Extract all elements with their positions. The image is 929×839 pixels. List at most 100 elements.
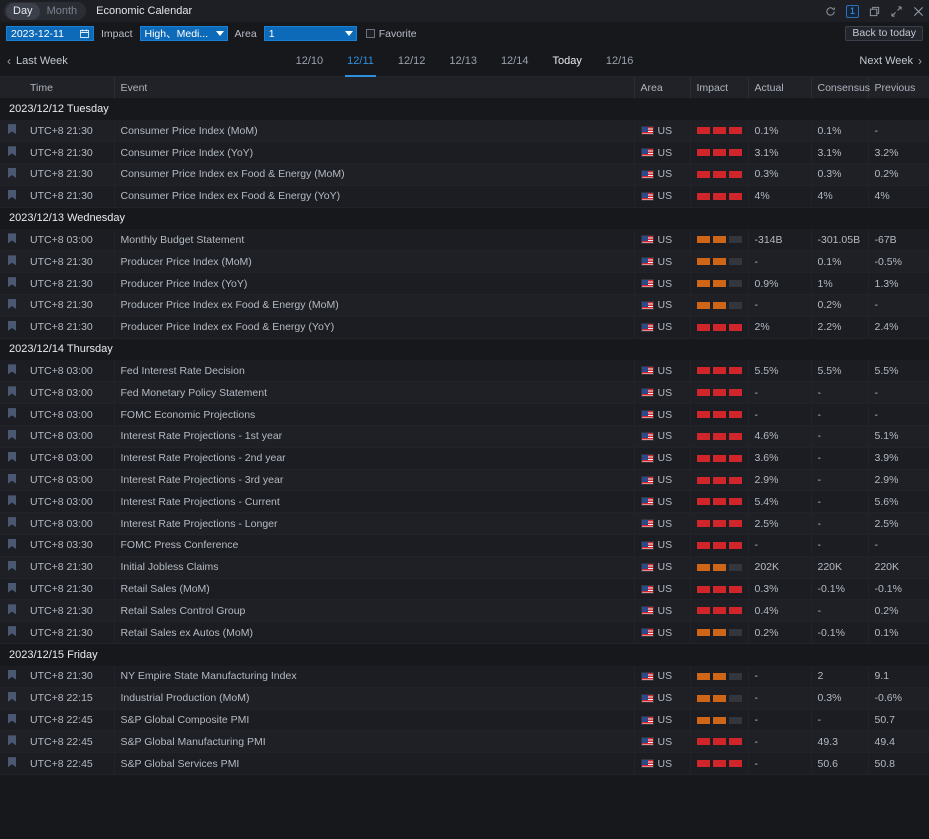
bookmark-cell[interactable] <box>0 185 24 207</box>
bookmark-cell[interactable] <box>0 556 24 578</box>
table-row[interactable]: UTC+8 21:30Retail Sales Control GroupUS0… <box>0 600 929 622</box>
event-name[interactable]: NY Empire State Manufacturing Index <box>114 666 634 688</box>
bookmark-cell[interactable] <box>0 491 24 513</box>
bookmark-icon[interactable] <box>8 714 16 724</box>
column-header-time[interactable]: Time <box>24 77 114 98</box>
day-tab-12-13[interactable]: 12/13 <box>449 45 477 77</box>
event-name[interactable]: S&P Global Manufacturing PMI <box>114 731 634 753</box>
day-tab-12-16[interactable]: 12/16 <box>606 45 634 77</box>
bookmark-icon[interactable] <box>8 233 16 243</box>
event-name[interactable]: Producer Price Index (MoM) <box>114 251 634 273</box>
bookmark-icon[interactable] <box>8 604 16 614</box>
bookmark-cell[interactable] <box>0 709 24 731</box>
bookmark-icon[interactable] <box>8 408 16 418</box>
day-tab-12-11[interactable]: 12/11 <box>347 45 374 77</box>
bookmark-cell[interactable] <box>0 731 24 753</box>
event-name[interactable]: Retail Sales ex Autos (MoM) <box>114 622 634 644</box>
impact-filter-select[interactable]: High、Medi... <box>140 26 228 41</box>
bookmark-icon[interactable] <box>8 299 16 309</box>
bookmark-icon[interactable] <box>8 386 16 396</box>
bookmark-cell[interactable] <box>0 295 24 317</box>
bookmark-cell[interactable] <box>0 753 24 775</box>
favorite-filter[interactable]: Favorite <box>366 28 417 40</box>
table-row[interactable]: UTC+8 22:45S&P Global Manufacturing PMIU… <box>0 731 929 753</box>
bookmark-icon[interactable] <box>8 626 16 636</box>
event-name[interactable]: Fed Monetary Policy Statement <box>114 382 634 404</box>
table-row[interactable]: UTC+8 03:00Monthly Budget StatementUS-31… <box>0 229 929 251</box>
bookmark-cell[interactable] <box>0 447 24 469</box>
back-to-today-button[interactable]: Back to today <box>845 26 923 41</box>
column-header-area[interactable]: Area <box>634 77 690 98</box>
bookmark-icon[interactable] <box>8 321 16 331</box>
column-header-impact[interactable]: Impact <box>690 77 748 98</box>
event-name[interactable]: Fed Interest Rate Decision <box>114 360 634 382</box>
bookmark-cell[interactable] <box>0 404 24 426</box>
bookmark-cell[interactable] <box>0 513 24 535</box>
bookmark-icon[interactable] <box>8 364 16 374</box>
table-row[interactable]: UTC+8 22:45S&P Global Composite PMIUS--5… <box>0 709 929 731</box>
table-row[interactable]: UTC+8 03:00Interest Rate Projections - 2… <box>0 447 929 469</box>
bookmark-icon[interactable] <box>8 474 16 484</box>
table-row[interactable]: UTC+8 21:30Producer Price Index ex Food … <box>0 316 929 338</box>
view-tab-day[interactable]: Day <box>6 3 40 20</box>
event-name[interactable]: Initial Jobless Claims <box>114 556 634 578</box>
event-name[interactable]: Industrial Production (MoM) <box>114 687 634 709</box>
refresh-icon[interactable] <box>824 5 837 18</box>
event-name[interactable]: Interest Rate Projections - 2nd year <box>114 447 634 469</box>
day-tab-12-12[interactable]: 12/12 <box>398 45 426 77</box>
event-name[interactable]: Interest Rate Projections - Current <box>114 491 634 513</box>
bookmark-icon[interactable] <box>8 430 16 440</box>
event-name[interactable]: Producer Price Index ex Food & Energy (M… <box>114 295 634 317</box>
table-row[interactable]: UTC+8 22:45S&P Global Services PMIUS-50.… <box>0 753 929 775</box>
bookmark-cell[interactable] <box>0 687 24 709</box>
bookmark-cell[interactable] <box>0 164 24 186</box>
event-name[interactable]: Monthly Budget Statement <box>114 229 634 251</box>
event-name[interactable]: S&P Global Composite PMI <box>114 709 634 731</box>
table-row[interactable]: UTC+8 03:30FOMC Press ConferenceUS--- <box>0 535 929 557</box>
bookmark-cell[interactable] <box>0 142 24 164</box>
bookmark-cell[interactable] <box>0 535 24 557</box>
expand-icon[interactable] <box>890 5 903 18</box>
bookmark-icon[interactable] <box>8 255 16 265</box>
table-row[interactable]: UTC+8 03:00Interest Rate Projections - L… <box>0 513 929 535</box>
bookmark-icon[interactable] <box>8 539 16 549</box>
bookmark-cell[interactable] <box>0 469 24 491</box>
bookmark-icon[interactable] <box>8 561 16 571</box>
event-name[interactable]: Retail Sales (MoM) <box>114 578 634 600</box>
table-row[interactable]: UTC+8 03:00Interest Rate Projections - 1… <box>0 426 929 448</box>
bookmark-cell[interactable] <box>0 229 24 251</box>
page-count-badge[interactable]: 1 <box>846 5 859 18</box>
event-name[interactable]: Interest Rate Projections - Longer <box>114 513 634 535</box>
table-row[interactable]: UTC+8 21:30Retail Sales (MoM)US0.3%-0.1%… <box>0 578 929 600</box>
day-tab-12-10[interactable]: 12/10 <box>296 45 324 77</box>
bookmark-cell[interactable] <box>0 120 24 142</box>
table-row[interactable]: UTC+8 03:00Fed Monetary Policy Statement… <box>0 382 929 404</box>
bookmark-cell[interactable] <box>0 622 24 644</box>
favorite-checkbox[interactable] <box>366 29 375 38</box>
column-header-consensus[interactable]: Consensus <box>811 77 868 98</box>
bookmark-icon[interactable] <box>8 495 16 505</box>
day-tab-today[interactable]: Today <box>552 45 581 77</box>
last-week-button[interactable]: ‹ Last Week <box>7 54 68 68</box>
bookmark-icon[interactable] <box>8 757 16 767</box>
table-row[interactable]: UTC+8 21:30Retail Sales ex Autos (MoM)US… <box>0 622 929 644</box>
bookmark-cell[interactable] <box>0 273 24 295</box>
event-name[interactable]: Producer Price Index ex Food & Energy (Y… <box>114 316 634 338</box>
bookmark-cell[interactable] <box>0 578 24 600</box>
bookmark-icon[interactable] <box>8 670 16 680</box>
bookmark-icon[interactable] <box>8 692 16 702</box>
bookmark-icon[interactable] <box>8 168 16 178</box>
table-row[interactable]: UTC+8 21:30Producer Price Index (YoY)US0… <box>0 273 929 295</box>
table-row[interactable]: UTC+8 21:30Producer Price Index (MoM)US-… <box>0 251 929 273</box>
bookmark-icon[interactable] <box>8 452 16 462</box>
event-name[interactable]: Consumer Price Index (MoM) <box>114 120 634 142</box>
table-row[interactable]: UTC+8 21:30Consumer Price Index (MoM)US0… <box>0 120 929 142</box>
bookmark-cell[interactable] <box>0 382 24 404</box>
column-header-previous[interactable]: Previous <box>868 77 929 98</box>
event-name[interactable]: S&P Global Services PMI <box>114 753 634 775</box>
calendar-table-container[interactable]: Time Event Area Impact Actual Consensus … <box>0 77 929 827</box>
event-name[interactable]: Consumer Price Index ex Food & Energy (M… <box>114 164 634 186</box>
table-row[interactable]: UTC+8 21:30Producer Price Index ex Food … <box>0 295 929 317</box>
table-row[interactable]: UTC+8 21:30Initial Jobless ClaimsUS202K2… <box>0 556 929 578</box>
event-name[interactable]: Consumer Price Index ex Food & Energy (Y… <box>114 185 634 207</box>
